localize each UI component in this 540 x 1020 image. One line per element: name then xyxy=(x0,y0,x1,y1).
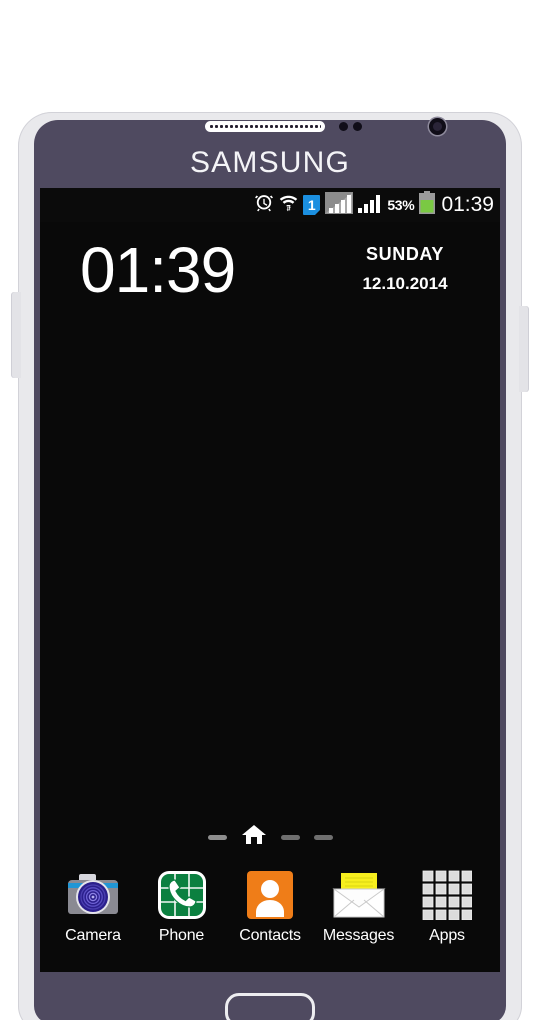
dock-item-camera[interactable]: Camera xyxy=(50,868,136,945)
dock-label-apps: Apps xyxy=(429,927,465,944)
hardware-home-button[interactable] xyxy=(225,993,315,1020)
phone-icon[interactable] xyxy=(155,868,209,922)
signal-sim2-icon xyxy=(358,192,382,219)
dock-label-phone: Phone xyxy=(158,927,205,944)
apps-grid-icon[interactable] xyxy=(420,868,474,922)
dock-item-messages[interactable]: Messages xyxy=(316,868,402,945)
proximity-sensor-icon xyxy=(339,122,348,131)
earpiece-speaker xyxy=(205,121,325,132)
date-label: 12.10.2014 xyxy=(362,274,448,293)
camera-icon[interactable] xyxy=(66,868,120,922)
front-camera-icon xyxy=(429,118,446,135)
battery-percent-label: 53% xyxy=(387,197,415,213)
power-button[interactable] xyxy=(519,306,528,392)
phone-screen[interactable]: 1 53% 01:39 01:39 SUNDAY 12.10.2014 Came… xyxy=(40,188,500,972)
alarm-icon xyxy=(254,192,274,218)
screenshot-root: SAMSUNG 1 53% 01:39 01:39 SUNDAY 12.10.2… xyxy=(0,0,540,1020)
dock-item-phone[interactable]: Phone xyxy=(139,868,225,945)
status-bar-clock: 01:39 xyxy=(441,193,494,216)
home-page-icon[interactable] xyxy=(241,824,267,851)
clock-widget[interactable]: 01:39 SUNDAY 12.10.2014 xyxy=(40,236,500,316)
dock-item-apps[interactable]: Apps xyxy=(404,868,490,945)
contacts-icon[interactable] xyxy=(243,868,297,922)
wifi-icon xyxy=(279,192,298,218)
dock-item-contacts[interactable]: Contacts xyxy=(227,868,313,945)
volume-button[interactable] xyxy=(12,292,21,378)
dock-label-contacts: Contacts xyxy=(239,927,301,944)
sim-1-icon: 1 xyxy=(303,195,321,215)
dock-label-messages: Messages xyxy=(322,927,395,944)
page-dot-4[interactable] xyxy=(313,834,333,840)
page-dot-3[interactable] xyxy=(280,834,300,840)
date-block: SUNDAY 12.10.2014 xyxy=(320,244,490,294)
battery-icon xyxy=(419,191,436,219)
light-sensor-icon xyxy=(353,122,362,131)
page-dot-1[interactable] xyxy=(207,834,227,840)
speaker-grille xyxy=(209,125,321,128)
dock-label-camera: Camera xyxy=(65,927,121,944)
status-bar: 1 53% 01:39 xyxy=(40,188,500,222)
lockscreen-time: 01:39 xyxy=(80,234,236,306)
weekday-label: SUNDAY xyxy=(366,244,444,264)
page-indicator[interactable] xyxy=(40,824,500,851)
brand-logo: SAMSUNG xyxy=(189,146,351,179)
messages-icon[interactable] xyxy=(331,868,386,922)
dock: Camera Phone Contacts Messages Apps xyxy=(40,868,500,964)
signal-sim1-icon xyxy=(325,191,354,219)
